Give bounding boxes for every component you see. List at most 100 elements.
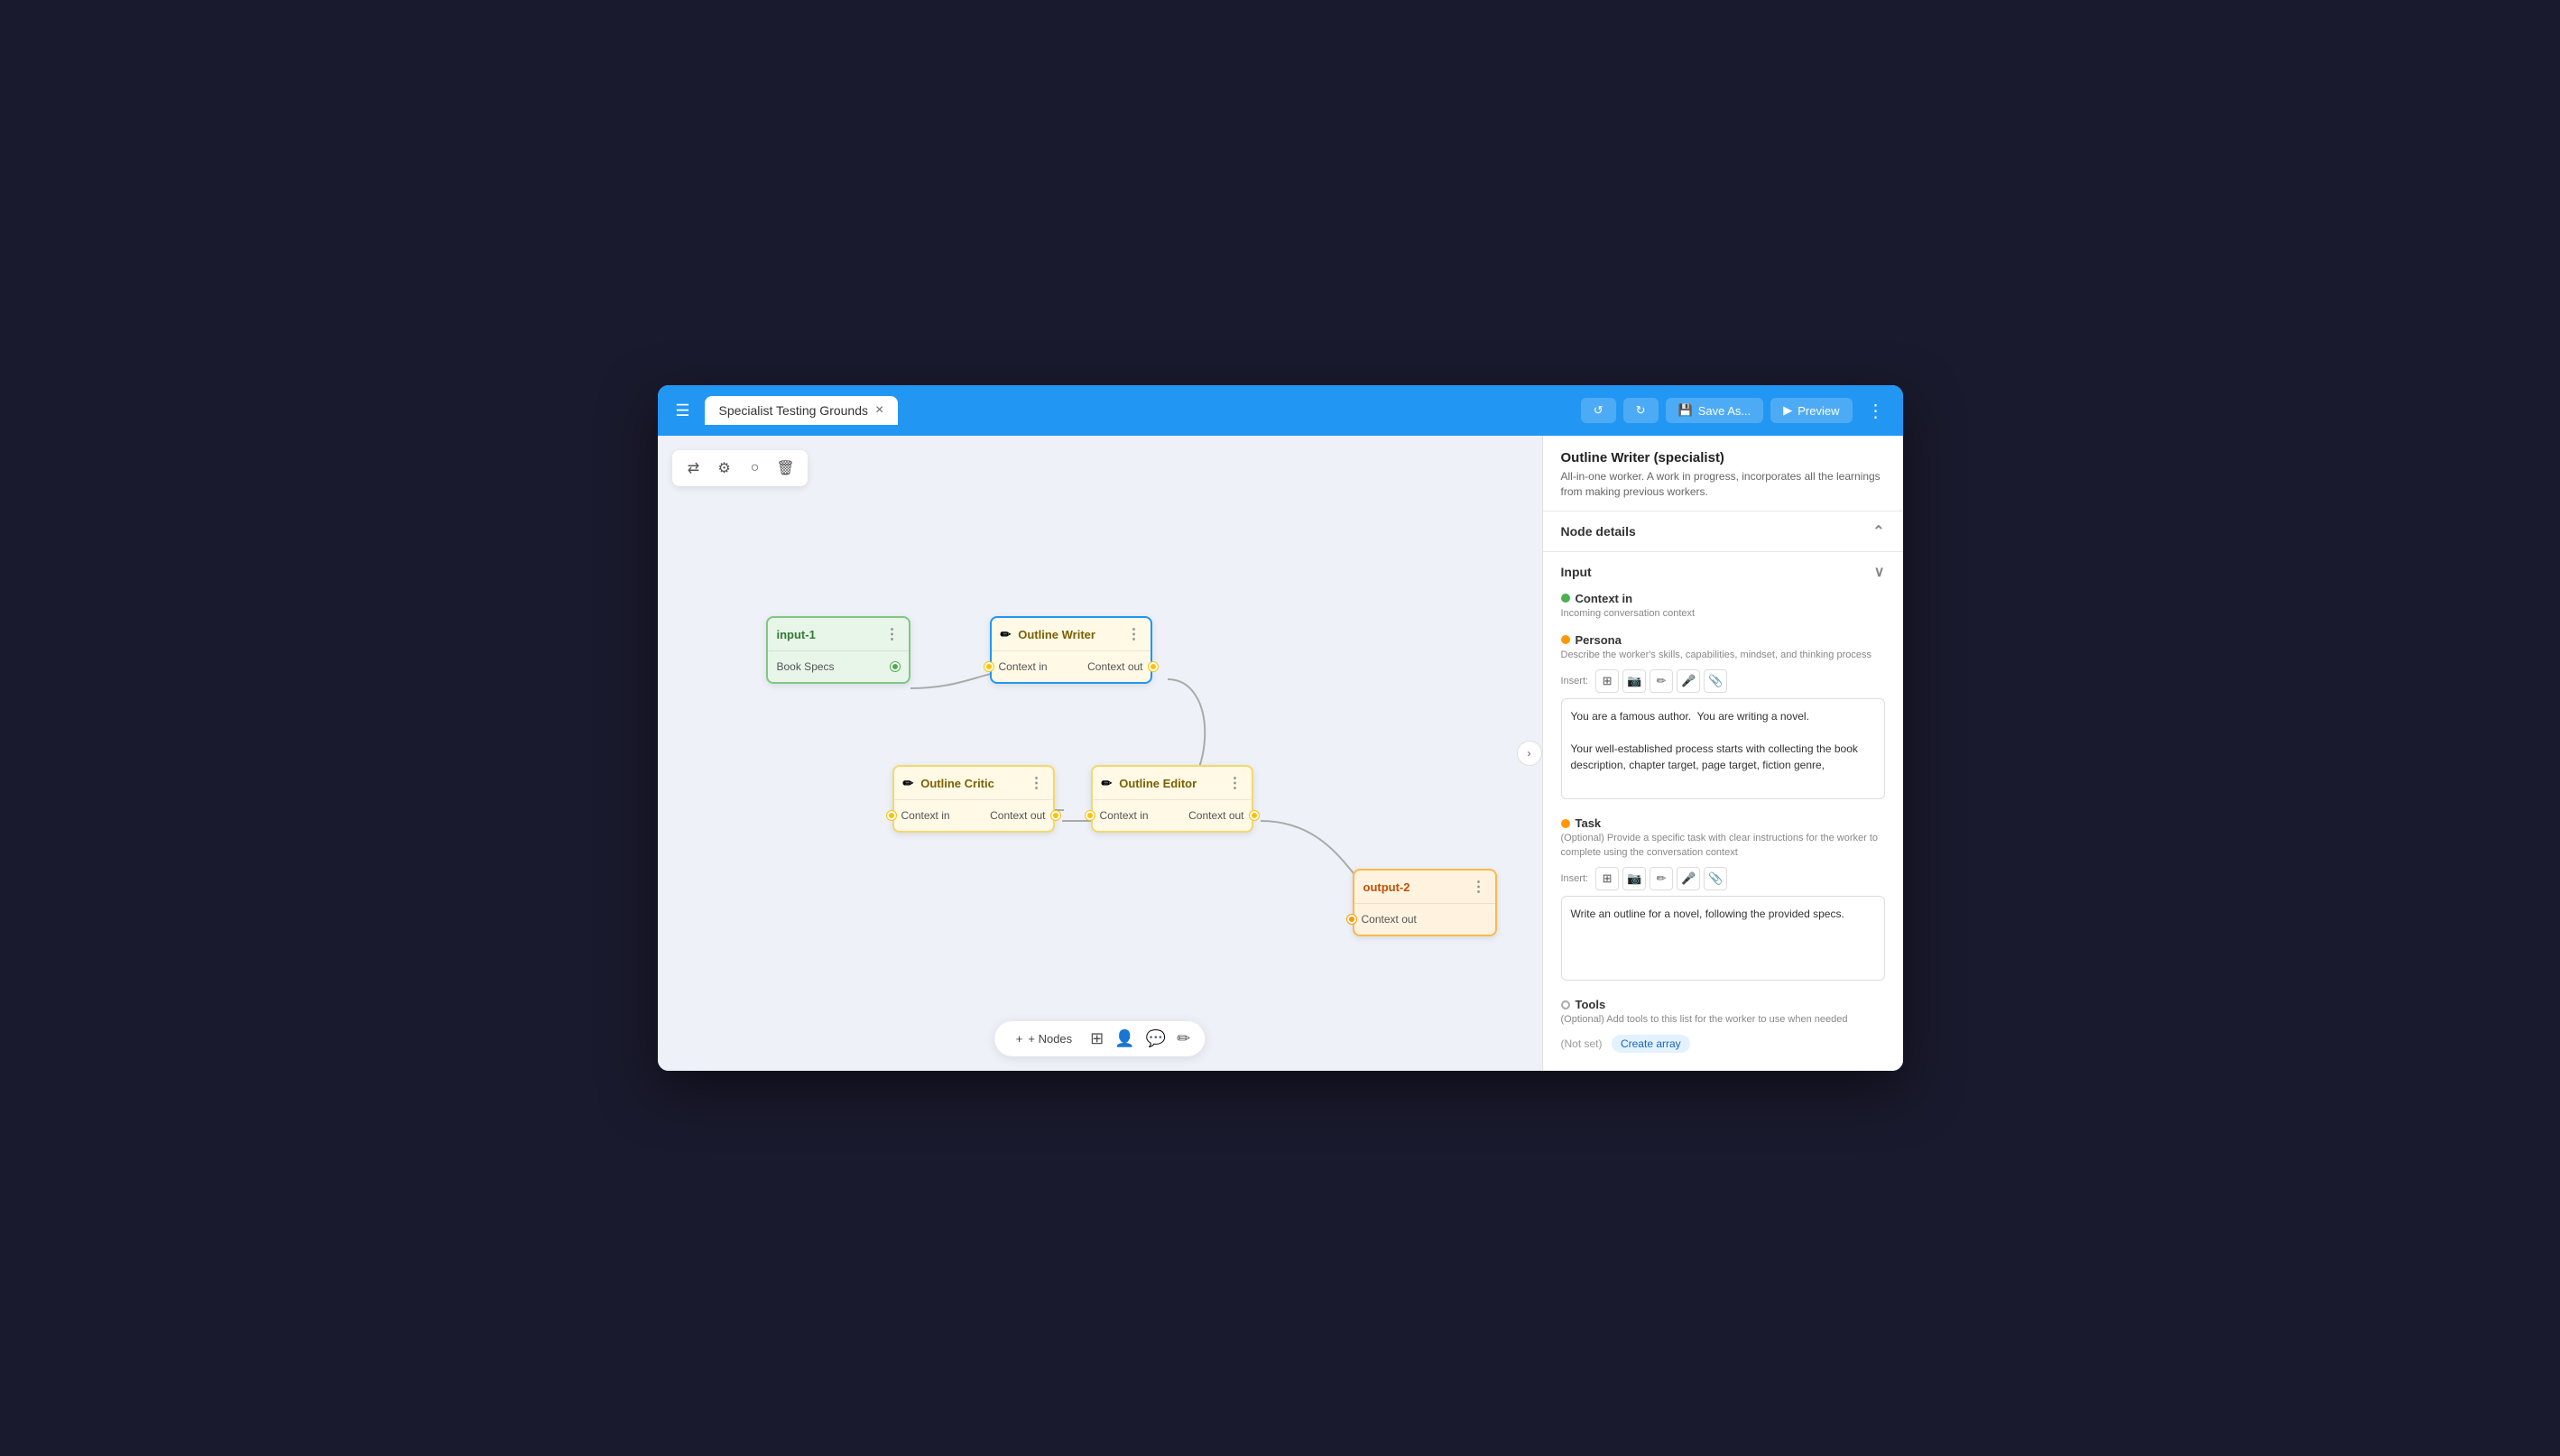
node-input-1-port-row: Book Specs [777,660,900,673]
task-insert-image-btn[interactable]: ⊞ [1595,867,1619,890]
node-input-1-body: Book Specs [768,651,909,682]
panel-subtitle: All-in-one worker. A work in progress, i… [1561,469,1885,500]
task-insert-camera-btn[interactable]: 📷 [1622,867,1646,890]
node-outline-writer-header: ✏ Outline Writer ⋮ [992,618,1151,651]
node-outline-editor-menu[interactable]: ⋮ [1228,774,1243,792]
context-in-desc: Incoming conversation context [1561,607,1885,621]
node-output-2[interactable]: output-2 ⋮ Context out [1353,869,1497,936]
edit-icon[interactable]: ✏ [1177,1029,1190,1048]
connectors-svg [658,436,1542,1071]
tools-dot [1561,1000,1570,1009]
collapse-panel-button[interactable]: › [1517,741,1542,766]
input-section-chevron: ∨ [1874,563,1885,581]
save-as-button[interactable]: 💾 Save As... [1666,398,1764,423]
persona-label: Persona [1576,633,1622,647]
delete-tool[interactable]: 🗑 [773,456,799,481]
preview-button[interactable]: ▶ Preview [1770,398,1852,423]
active-tab[interactable]: Specialist Testing Grounds × [705,396,899,425]
input-section-body: Context in Incoming conversation context… [1543,592,1903,1071]
insert-pen-btn[interactable]: ✏ [1650,669,1673,693]
task-dot [1561,819,1570,828]
zoom-tool[interactable]: ○ [743,456,768,481]
chat-icon[interactable]: 💬 [1146,1029,1166,1048]
node-outline-editor-port-row: Context in Context out [1102,809,1243,822]
outline-editor-icon: ✏ [1102,776,1113,791]
chevron-right-icon: › [1528,747,1531,760]
outline-writer-port-in [984,662,994,671]
task-insert-pen-btn[interactable]: ✏ [1650,867,1673,890]
create-array-button[interactable]: Create array [1612,1035,1690,1053]
node-outline-critic-port-row: Context in Context out [903,809,1044,822]
node-outline-critic-menu[interactable]: ⋮ [1030,774,1044,792]
node-output-2-body: Context out [1354,904,1495,935]
user-icon[interactable]: 👤 [1114,1029,1134,1048]
node-input-1[interactable]: input-1 ⋮ Book Specs [766,616,910,684]
canvas-toolbar: ⇄ ⚙ ○ 🗑 [672,450,808,486]
persona-desc: Describe the worker's skills, capabiliti… [1561,649,1885,662]
undo-icon: ↺ [1594,403,1603,418]
title-bar-actions: ↺ ↻ 💾 Save As... ▶ Preview ⋮ [1581,396,1892,426]
menu-button[interactable]: ☰ [669,396,698,425]
node-outline-writer-menu[interactable]: ⋮ [1127,625,1141,643]
input-section: Input ∨ Context in Incoming conversation… [1543,552,1903,1071]
node-output-2-header: output-2 ⋮ [1354,871,1495,904]
task-group: Task (Optional) Provide a specific task … [1561,816,1885,985]
persona-insert-toolbar: Insert: ⊞ 📷 ✏ 🎤 📎 [1561,669,1885,693]
task-insert-mic-btn[interactable]: 🎤 [1677,867,1700,890]
node-outline-critic-body: Context in Context out [894,800,1053,831]
panel-header: Outline Writer (specialist) All-in-one w… [1543,436,1903,511]
context-in-group: Context in Incoming conversation context [1561,592,1885,621]
pan-tool[interactable]: ⇄ [681,456,707,481]
main-content: ⇄ ⚙ ○ 🗑 › [658,436,1903,1071]
persona-dot [1561,635,1570,644]
task-insert-label: Insert: [1561,873,1589,884]
task-label-row: Task [1561,816,1885,830]
insert-attach-btn[interactable]: 📎 [1704,669,1727,693]
add-nodes-button[interactable]: + + Nodes [1009,1028,1079,1049]
outline-writer-port-out [1149,662,1158,671]
insert-image-btn[interactable]: ⊞ [1595,669,1619,693]
outline-writer-icon: ✏ [1001,627,1012,642]
save-icon: 💾 [1678,403,1693,418]
task-textarea[interactable]: Write an outline for a novel, following … [1561,896,1885,981]
more-options-button[interactable]: ⋮ [1860,396,1892,426]
node-details-label: Node details [1561,524,1636,539]
panel-title: Outline Writer (specialist) [1561,450,1885,465]
output2-port [1347,915,1356,924]
outline-editor-port-out [1250,811,1259,820]
right-panel: Outline Writer (specialist) All-in-one w… [1542,436,1903,1071]
insert-mic-btn[interactable]: 🎤 [1677,669,1700,693]
outline-critic-port-in [887,811,896,820]
connect-tool[interactable]: ⚙ [712,456,737,481]
input-section-header[interactable]: Input ∨ [1543,552,1903,592]
node-outline-writer[interactable]: ✏ Outline Writer ⋮ Context in Context ou… [990,616,1152,684]
task-insert-attach-btn[interactable]: 📎 [1704,867,1727,890]
canvas-area[interactable]: ⇄ ⚙ ○ 🗑 › [658,436,1542,1071]
node-outline-critic[interactable]: ✏ Outline Critic ⋮ Context in Context ou… [892,765,1055,833]
node-input-1-menu[interactable]: ⋮ [885,625,900,643]
tab-close-button[interactable]: × [875,403,883,418]
input-section-label: Input [1561,565,1592,579]
context-in-dot [1561,594,1570,603]
node-output-2-menu[interactable]: ⋮ [1472,878,1486,896]
node-input-1-header: input-1 ⋮ [768,618,909,651]
node-outline-editor-header: ✏ Outline Editor ⋮ [1093,767,1252,800]
title-bar: ☰ Specialist Testing Grounds × ↺ ↻ 💾 Sav… [658,385,1903,436]
tools-label: Tools [1576,998,1606,1011]
node-details-header[interactable]: Node details ⌃ [1543,511,1903,551]
preview-icon: ▶ [1783,403,1792,418]
task-insert-toolbar: Insert: ⊞ 📷 ✏ 🎤 📎 [1561,867,1885,890]
node-details-chevron: ⌃ [1872,522,1884,540]
outline-critic-icon: ✏ [903,776,914,791]
undo-button[interactable]: ↺ [1581,398,1616,423]
tools-label-row: Tools [1561,998,1885,1011]
persona-textarea[interactable]: You are a famous author. You are writing… [1561,698,1885,799]
redo-button[interactable]: ↻ [1623,398,1659,423]
grid-icon[interactable]: ⊞ [1090,1029,1104,1048]
outline-editor-port-in [1086,811,1095,820]
insert-camera-btn[interactable]: 📷 [1622,669,1646,693]
node-details-section: Node details ⌃ [1543,511,1903,552]
node-outline-writer-port-row: Context in Context out [1001,660,1141,673]
outline-critic-port-out [1051,811,1060,820]
node-outline-editor[interactable]: ✏ Outline Editor ⋮ Context in Context ou… [1091,765,1253,833]
